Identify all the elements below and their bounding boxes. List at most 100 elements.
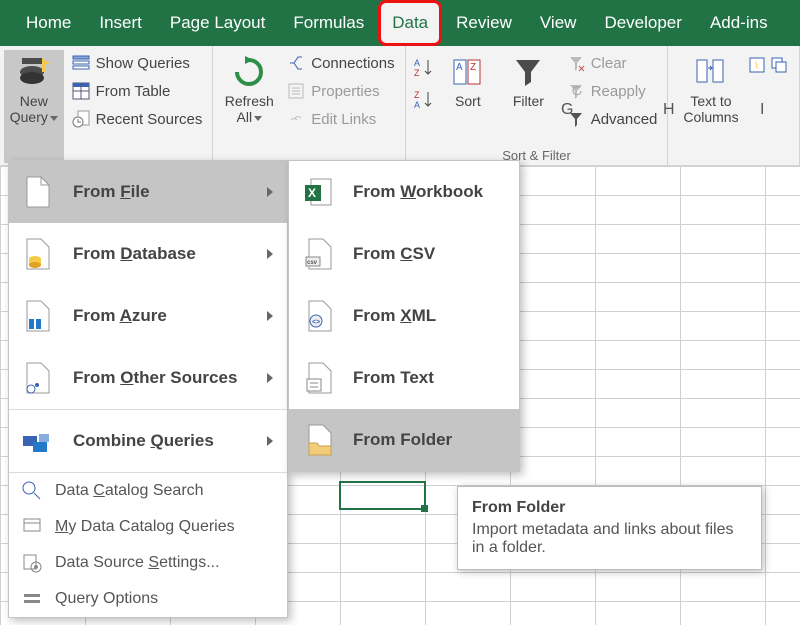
column-header-h[interactable]: H xyxy=(663,101,675,119)
my-catalog-icon xyxy=(21,516,43,538)
new-query-menu: From File From Database From Azure From … xyxy=(8,160,288,618)
text-file-icon xyxy=(303,361,337,395)
edit-links-icon xyxy=(287,110,305,128)
from-table-icon xyxy=(72,82,90,100)
submenu-from-folder[interactable]: From Folder xyxy=(289,409,519,471)
properties-icon xyxy=(287,82,305,100)
svg-text:csv: csv xyxy=(307,260,318,266)
from-table-label: From Table xyxy=(96,83,171,100)
advanced-label: Advanced xyxy=(591,111,658,128)
menu-from-database-label: From Database xyxy=(73,244,196,264)
data-source-settings-icon xyxy=(21,552,43,574)
menu-from-azure[interactable]: From Azure xyxy=(9,285,287,347)
filter-button[interactable]: Filter xyxy=(498,50,559,148)
connections-button[interactable]: Connections xyxy=(283,50,398,76)
column-header-i[interactable]: I xyxy=(760,101,764,119)
xml-icon: <> xyxy=(303,299,337,333)
refresh-all-button[interactable]: Refresh All xyxy=(219,50,279,163)
menu-data-catalog-search[interactable]: Data Catalog Search xyxy=(9,473,287,509)
tooltip-from-folder: From Folder Import metadata and links ab… xyxy=(457,486,762,570)
csv-icon: csv xyxy=(303,237,337,271)
svg-text:A: A xyxy=(414,100,420,110)
properties-button: Properties xyxy=(283,78,398,104)
new-query-button[interactable]: New Query xyxy=(4,50,64,163)
submenu-from-text[interactable]: From Text xyxy=(289,347,519,409)
sort-icon: AZ xyxy=(450,54,486,90)
flash-fill-icon[interactable] xyxy=(748,56,766,74)
menu-from-azure-label: From Azure xyxy=(73,306,167,326)
menu-combine-queries-label: Combine Queries xyxy=(73,431,214,451)
clear-label: Clear xyxy=(591,55,627,72)
connections-label: Connections xyxy=(311,55,394,72)
sort-desc-icon[interactable]: ZA xyxy=(412,88,436,112)
menu-from-other[interactable]: From Other Sources xyxy=(9,347,287,409)
properties-label: Properties xyxy=(311,83,379,100)
recent-sources-button[interactable]: Recent Sources xyxy=(68,106,207,132)
menu-from-database[interactable]: From Database xyxy=(9,223,287,285)
from-file-submenu: X From Workbook csv From CSV <> From XML… xyxy=(288,160,520,472)
ribbon-commands: New Query Show Queries From Table Recent… xyxy=(0,46,800,166)
submenu-arrow-icon xyxy=(267,311,273,321)
menu-data-source-settings[interactable]: Data Source Settings... xyxy=(9,545,287,581)
submenu-from-csv[interactable]: csv From CSV xyxy=(289,223,519,285)
recent-sources-label: Recent Sources xyxy=(96,111,203,128)
svg-text:Z: Z xyxy=(414,90,420,100)
text-to-columns-icon xyxy=(693,54,729,90)
tab-addins[interactable]: Add-ins xyxy=(696,0,782,46)
tooltip-body: Import metadata and links about files in… xyxy=(472,521,747,557)
remove-duplicates-icon[interactable] xyxy=(770,56,788,74)
edit-links-label: Edit Links xyxy=(311,111,376,128)
submenu-arrow-icon xyxy=(267,436,273,446)
ribbon-tabs: Home Insert Page Layout Formulas Data Re… xyxy=(0,0,800,46)
tab-developer[interactable]: Developer xyxy=(590,0,696,46)
column-header-g[interactable]: G xyxy=(561,101,573,119)
svg-text:X: X xyxy=(308,186,316,200)
tab-view[interactable]: View xyxy=(526,0,591,46)
text-to-columns-button[interactable]: Text toColumns xyxy=(674,50,747,163)
menu-from-file[interactable]: From File xyxy=(9,161,287,223)
reapply-icon xyxy=(567,82,585,100)
advanced-button[interactable]: Advanced xyxy=(563,106,662,132)
active-cell[interactable] xyxy=(339,481,426,510)
connections-icon xyxy=(287,54,305,72)
file-icon xyxy=(21,175,55,209)
tab-review[interactable]: Review xyxy=(442,0,526,46)
submenu-from-workbook[interactable]: X From Workbook xyxy=(289,161,519,223)
menu-from-file-label: From File xyxy=(73,182,150,202)
sort-asc-icon[interactable]: AZ xyxy=(412,56,436,80)
tooltip-title: From Folder xyxy=(472,499,747,517)
svg-text:A: A xyxy=(456,62,463,73)
other-sources-icon xyxy=(21,361,55,395)
tab-data[interactable]: Data xyxy=(378,0,442,46)
azure-icon xyxy=(21,299,55,333)
reapply-button: Reapply xyxy=(563,78,662,104)
recent-sources-icon xyxy=(72,110,90,128)
menu-combine-queries[interactable]: Combine Queries xyxy=(9,410,287,472)
submenu-from-xml[interactable]: <> From XML xyxy=(289,285,519,347)
query-options-label: Query Options xyxy=(55,590,158,608)
new-query-label: New Query xyxy=(10,93,48,125)
show-queries-icon xyxy=(72,54,90,72)
submenu-from-xml-label: From XML xyxy=(353,306,436,326)
folder-icon xyxy=(303,423,337,457)
combine-queries-icon xyxy=(21,424,55,458)
tab-home[interactable]: Home xyxy=(12,0,85,46)
refresh-all-icon xyxy=(231,54,267,90)
ttc-label2: Columns xyxy=(683,109,738,125)
sort-button[interactable]: AZ Sort xyxy=(438,50,499,148)
show-queries-button[interactable]: Show Queries xyxy=(68,50,207,76)
query-options-icon xyxy=(21,588,43,610)
filter-icon xyxy=(510,54,546,90)
menu-my-data-catalog[interactable]: My Data Catalog Queries xyxy=(9,509,287,545)
from-table-button[interactable]: From Table xyxy=(68,78,207,104)
new-query-icon xyxy=(16,54,52,90)
menu-query-options[interactable]: Query Options xyxy=(9,581,287,617)
edit-links-button: Edit Links xyxy=(283,106,398,132)
tab-insert[interactable]: Insert xyxy=(85,0,156,46)
clear-icon xyxy=(567,54,585,72)
tab-page-layout[interactable]: Page Layout xyxy=(156,0,279,46)
tab-formulas[interactable]: Formulas xyxy=(279,0,378,46)
filter-label: Filter xyxy=(513,93,544,109)
submenu-arrow-icon xyxy=(267,373,273,383)
svg-text:Z: Z xyxy=(470,62,476,73)
